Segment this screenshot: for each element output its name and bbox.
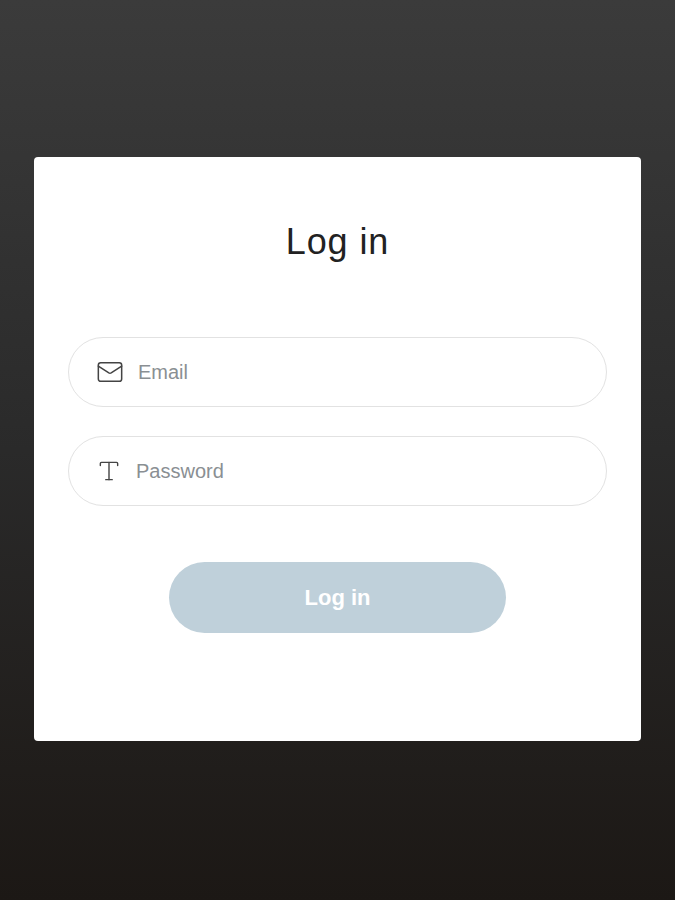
password-input[interactable] (136, 456, 582, 486)
login-button[interactable]: Log in (169, 562, 506, 633)
login-card: Log in Log in (34, 157, 641, 741)
password-field[interactable] (68, 436, 607, 506)
login-page: Log in Log in (0, 0, 675, 900)
email-input[interactable] (138, 357, 582, 387)
login-fields (68, 337, 607, 506)
envelope-icon (96, 358, 124, 386)
email-field[interactable] (68, 337, 607, 407)
text-icon (96, 458, 122, 484)
login-title: Log in (286, 220, 390, 264)
